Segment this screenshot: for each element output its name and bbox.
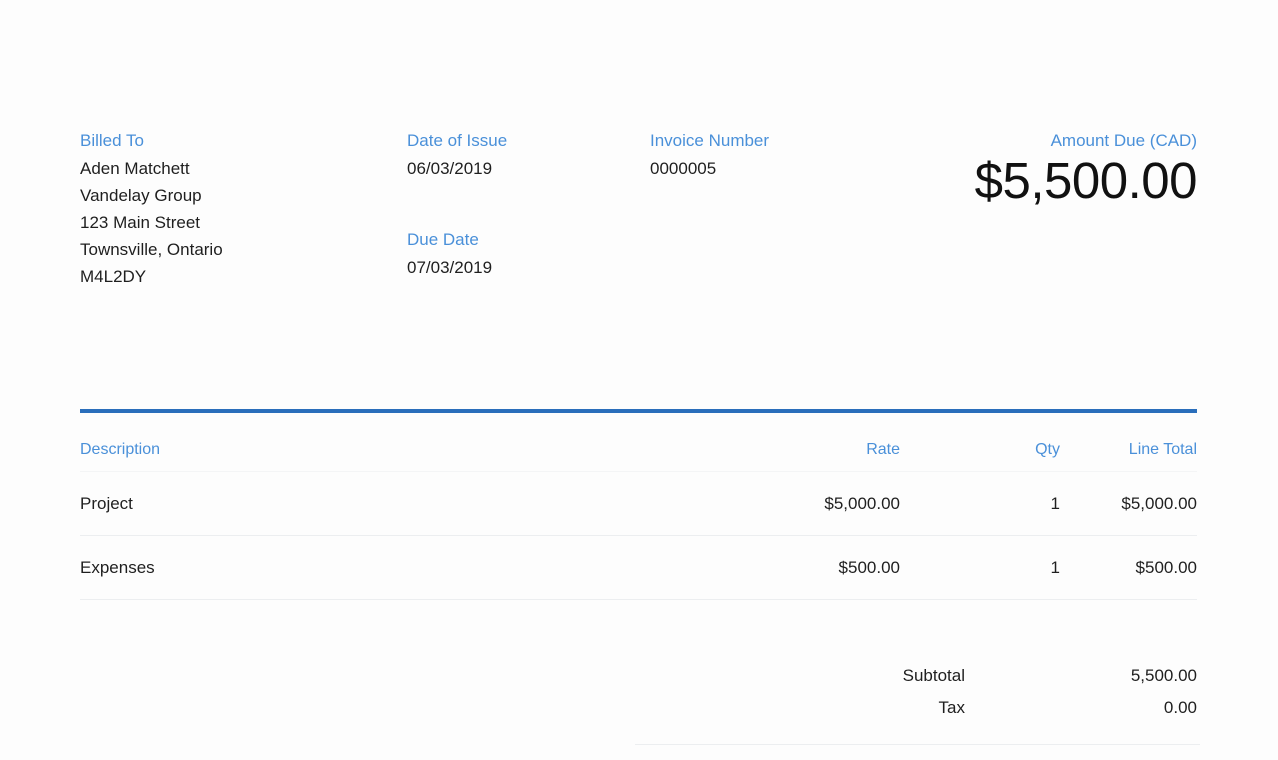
totals-row-subtotal: Subtotal 5,500.00 bbox=[635, 660, 1197, 692]
due-date-value: 07/03/2019 bbox=[407, 258, 493, 277]
line-items-body: Project $5,000.00 1 $5,000.00 Expenses $… bbox=[80, 471, 1197, 600]
table-header-row: Description Rate Qty Line Total bbox=[80, 413, 1197, 472]
row-description: Expenses bbox=[80, 535, 700, 600]
table-row: Project $5,000.00 1 $5,000.00 bbox=[80, 471, 1197, 536]
billed-to-block: Billed To Aden Matchett Vandelay Group 1… bbox=[80, 130, 380, 290]
amount-due-label: Amount Due (CAD) bbox=[1050, 131, 1197, 150]
table-row: Expenses $500.00 1 $500.00 bbox=[80, 535, 1197, 600]
totals-section: Subtotal 5,500.00 Tax 0.00 bbox=[635, 660, 1197, 724]
header-description: Description bbox=[80, 441, 161, 458]
billed-to-line-2: Vandelay Group bbox=[80, 186, 202, 205]
amount-due-value: $5,500.00 bbox=[974, 152, 1198, 209]
header-line-total: Line Total bbox=[1128, 441, 1197, 458]
line-items-header: Description Rate Qty Line Total bbox=[80, 413, 1197, 472]
header-rate: Rate bbox=[866, 441, 900, 458]
due-date-group: Due Date 07/03/2019 bbox=[407, 229, 637, 281]
date-of-issue-value: 06/03/2019 bbox=[407, 159, 493, 178]
billed-to-line-3: 123 Main Street bbox=[80, 213, 201, 232]
row-rate: $5,000.00 bbox=[700, 471, 900, 536]
dates-block: Date of Issue 06/03/2019 Due Date 07/03/… bbox=[407, 130, 637, 281]
due-date-label: Due Date bbox=[407, 230, 479, 249]
header-qty: Qty bbox=[1035, 441, 1060, 458]
invoice-document: Billed To Aden Matchett Vandelay Group 1… bbox=[0, 0, 1278, 760]
subtotal-label: Subtotal bbox=[902, 666, 965, 685]
date-of-issue-label: Date of Issue bbox=[407, 131, 508, 150]
amount-due-block: Amount Due (CAD) $5,500.00 bbox=[780, 130, 1198, 209]
billed-to-label: Billed To bbox=[80, 131, 144, 150]
totals-row-tax: Tax 0.00 bbox=[635, 692, 1197, 724]
line-items-section: Description Rate Qty Line Total Project … bbox=[80, 409, 1197, 600]
tax-value: 0.00 bbox=[1163, 698, 1197, 717]
tax-label: Tax bbox=[938, 698, 965, 717]
totals-table: Subtotal 5,500.00 Tax 0.00 bbox=[635, 660, 1197, 724]
line-items-table: Description Rate Qty Line Total Project … bbox=[80, 413, 1197, 600]
row-description: Project bbox=[80, 471, 700, 536]
subtotal-value: 5,500.00 bbox=[1130, 666, 1197, 685]
row-qty: 1 bbox=[900, 535, 1060, 600]
billed-to-line-1: Aden Matchett bbox=[80, 159, 190, 178]
totals-divider bbox=[635, 744, 1200, 745]
invoice-header-meta: Billed To Aden Matchett Vandelay Group 1… bbox=[80, 130, 1198, 310]
row-line-total: $500.00 bbox=[1060, 535, 1197, 600]
row-qty: 1 bbox=[900, 471, 1060, 536]
billed-to-line-5: M4L2DY bbox=[80, 267, 147, 286]
row-line-total: $5,000.00 bbox=[1060, 471, 1197, 536]
row-rate: $500.00 bbox=[700, 535, 900, 600]
billed-to-line-4: Townsville, Ontario bbox=[80, 240, 223, 259]
